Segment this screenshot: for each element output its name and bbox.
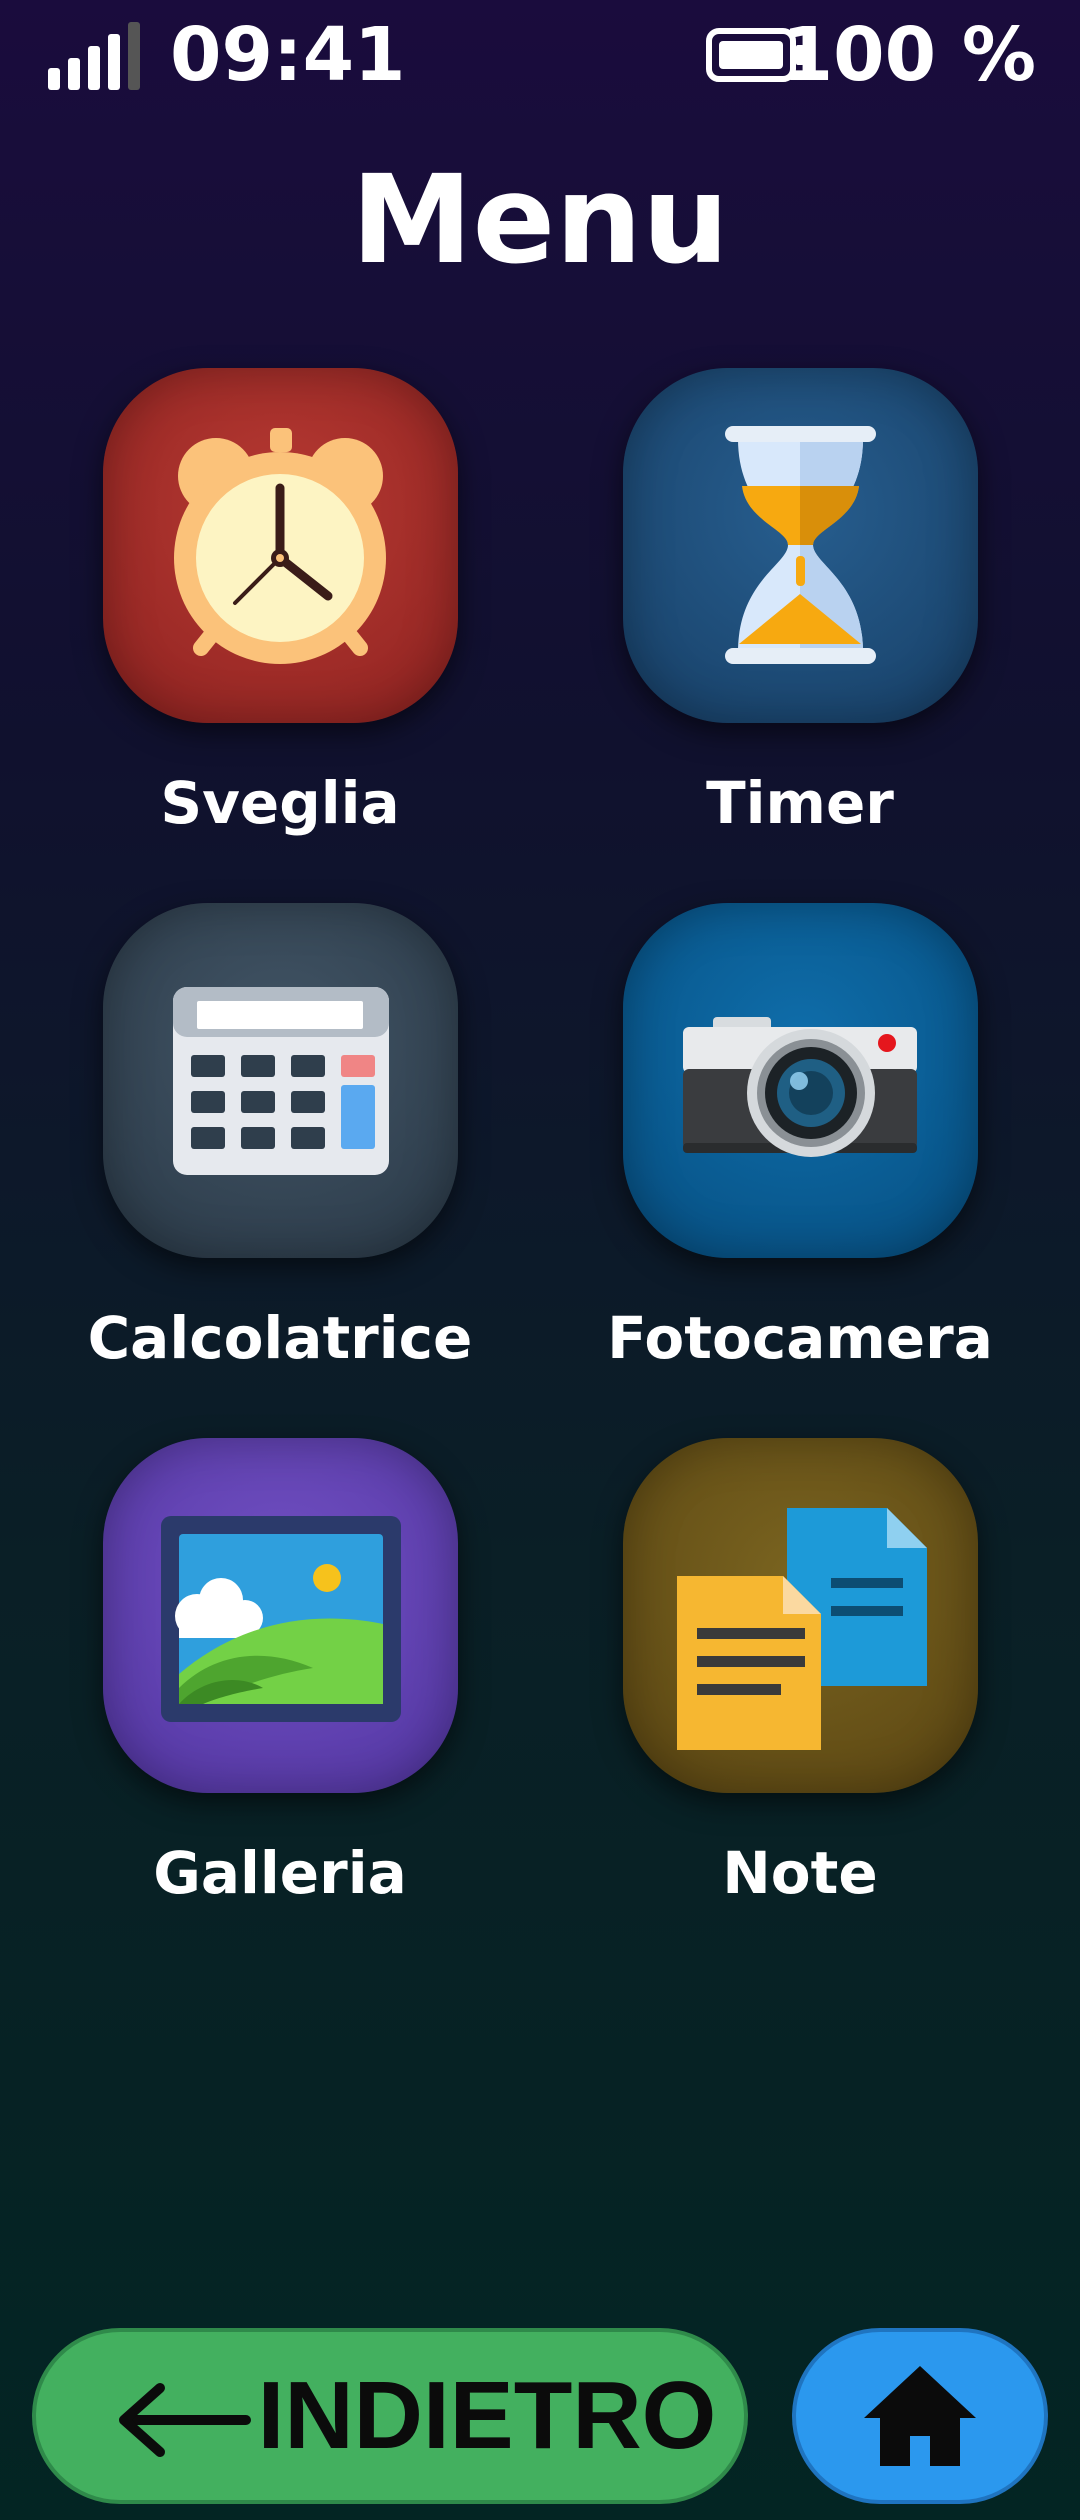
hourglass-icon [725,426,876,664]
app-tile-note[interactable]: Note [590,1438,1010,1938]
app-icon-fotocamera[interactable] [623,903,978,1258]
app-label: Sveglia [160,769,400,837]
gallery-image-icon [161,1516,401,1722]
app-icon-timer[interactable] [623,368,978,723]
app-icon-galleria[interactable] [103,1438,458,1793]
app-label: Galleria [153,1839,407,1907]
status-time: 09:41 [170,12,406,98]
app-grid: Sveglia Timer Calcolatrice Fotocamera Ga… [0,368,1080,1928]
app-label: Calcolatrice [87,1304,473,1372]
page-title: Menu [351,149,729,291]
app-tile-timer[interactable]: Timer [590,368,1010,868]
back-button[interactable]: INDIETRO [32,2328,748,2504]
app-icon-note[interactable] [623,1438,978,1793]
app-icon-calcolatrice[interactable] [103,903,458,1258]
app-tile-galleria[interactable]: Galleria [70,1438,490,1938]
app-label: Fotocamera [607,1304,993,1372]
notes-documents-icon [677,1508,927,1750]
signal-strength-icon [48,22,140,90]
calculator-icon [173,987,389,1175]
battery-percentage: 100 % [781,12,1036,98]
app-tile-sveglia[interactable]: Sveglia [70,368,490,868]
arrow-left-icon [119,2383,251,2457]
status-bar: 09:41 100 % [0,0,1080,110]
app-tile-calcolatrice[interactable]: Calcolatrice [70,903,490,1403]
app-tile-fotocamera[interactable]: Fotocamera [590,903,1010,1403]
home-button[interactable] [792,2328,1048,2504]
app-label: Note [722,1839,878,1907]
home-icon [864,2366,976,2466]
camera-icon [683,1017,917,1157]
back-button-label: INDIETRO [257,2362,717,2469]
alarm-clock-icon [174,428,386,664]
app-icon-sveglia[interactable] [103,368,458,723]
app-label: Timer [706,769,894,837]
